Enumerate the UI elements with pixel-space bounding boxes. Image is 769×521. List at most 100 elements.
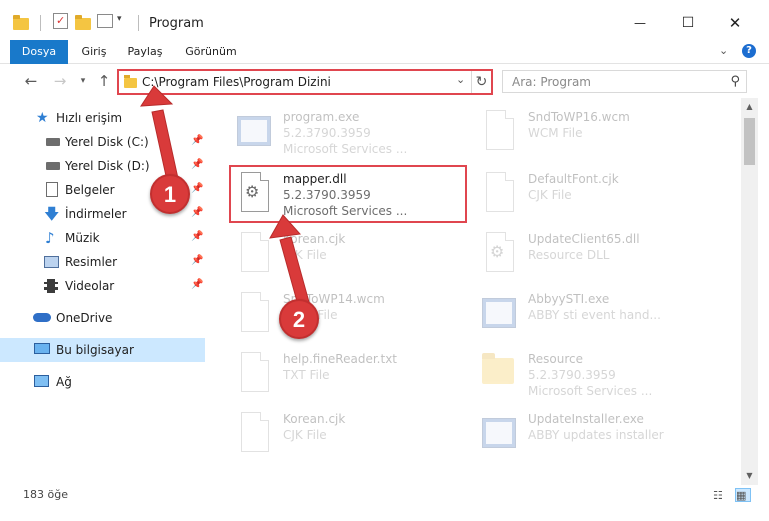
sidebar-item-this-pc[interactable]: Bu bilgisayar [0, 338, 205, 362]
pin-icon[interactable]: 📌 [191, 183, 203, 194]
sidebar-item-disk-c[interactable]: Yerel Disk (C:) 📌 [0, 130, 205, 154]
file-list: program.exe 5.2.3790.3959 Microsoft Serv… [205, 98, 741, 485]
sidebar-item-onedrive[interactable]: OneDrive [0, 306, 205, 330]
file-detail: ABBY updates installer [528, 428, 664, 442]
tab-file[interactable]: Dosya [10, 40, 68, 64]
file-name: Korean.cjk [283, 232, 346, 246]
navigation-bar: ← → ▾ ↑ C:\Program Files\Program Dizini … [0, 64, 769, 98]
vertical-scrollbar[interactable]: ▲ ▼ [741, 98, 758, 485]
chevron-down-icon[interactable]: ⌄ [456, 73, 465, 86]
sidebar-item-label: OneDrive [56, 311, 113, 325]
pin-icon[interactable]: 📌 [191, 231, 203, 242]
close-button[interactable]: ✕ [712, 8, 758, 38]
help-icon[interactable]: ? [742, 44, 756, 58]
pin-icon[interactable]: 📌 [191, 207, 203, 218]
tab-share[interactable]: Paylaş [120, 40, 170, 64]
sidebar-item-label: Ağ [56, 375, 72, 389]
file-detail: ABBY sti event hand... [528, 308, 661, 322]
details-view-icon[interactable]: ☷ [713, 489, 727, 502]
minimize-icon: — [634, 16, 646, 30]
search-icon[interactable]: ⚲ [730, 74, 740, 89]
drive-icon [46, 138, 60, 146]
ribbon: Dosya Giriş Paylaş Görünüm ⌄ ? [0, 40, 769, 64]
file-item[interactable]: Resource 5.2.3790.3959 Microsoft Service… [480, 348, 730, 404]
star-icon: ★ [36, 110, 49, 126]
file-item[interactable]: SndToWP16.wcm WCM File [480, 106, 730, 162]
forward-button[interactable]: → [50, 70, 70, 92]
scroll-up-icon[interactable]: ▲ [743, 102, 756, 111]
file-item[interactable]: DefaultFont.cjk CJK File [480, 168, 730, 224]
file-item[interactable]: Korean.cjk CJK File [235, 408, 485, 464]
sidebar-item-quick-access[interactable]: ★ Hızlı erişim [0, 106, 205, 130]
file-name: UpdateInstaller.exe [528, 412, 644, 426]
file-icon [480, 172, 520, 220]
sidebar-item-music[interactable]: ♪ Müzik 📌 [0, 226, 205, 250]
pictures-icon [44, 256, 59, 268]
window-title: Program [149, 16, 204, 31]
app-icon [480, 412, 520, 460]
recent-locations-chevron-icon[interactable]: ▾ [73, 70, 93, 92]
file-detail: 5.2.3790.3959 [528, 368, 616, 382]
sidebar-item-pictures[interactable]: Resimler 📌 [0, 250, 205, 274]
file-name: SndToWP16.wcm [528, 110, 630, 124]
file-name: program.exe [283, 110, 360, 124]
file-item[interactable]: help.fineReader.txt TXT File [235, 348, 485, 404]
file-detail: Resource DLL [528, 248, 610, 262]
title-bar: ✓ ▾ Program — ☐ ✕ [0, 0, 769, 40]
search-placeholder: Ara: Program [512, 75, 591, 89]
properties-icon[interactable]: ✓ [53, 13, 68, 29]
network-icon [34, 375, 49, 387]
sidebar-item-label: Belgeler [65, 183, 115, 197]
scroll-down-icon[interactable]: ▼ [743, 471, 756, 480]
close-icon: ✕ [728, 14, 742, 32]
new-folder-icon[interactable] [75, 15, 91, 30]
file-item[interactable]: UpdateInstaller.exe ABBY updates install… [480, 408, 730, 464]
step-marker-1: 1 [150, 174, 190, 214]
file-item[interactable]: Korean.cjk CJK File [235, 228, 485, 284]
file-icon [235, 352, 275, 400]
refresh-icon[interactable]: ↻ [471, 71, 491, 93]
sidebar-item-label: Bu bilgisayar [56, 343, 134, 357]
sidebar-item-network[interactable]: Ağ [0, 370, 205, 394]
scrollbar-thumb[interactable] [744, 118, 755, 165]
minimize-button[interactable]: — [617, 8, 663, 38]
expand-ribbon-icon[interactable]: ⌄ [719, 44, 728, 57]
folder-icon [480, 352, 520, 400]
app-icon [480, 292, 520, 340]
sidebar-item-videos[interactable]: Videolar 📌 [0, 274, 205, 298]
up-button[interactable]: ↑ [94, 70, 114, 92]
pin-icon[interactable]: 📌 [191, 159, 203, 170]
file-name: Resource [528, 352, 584, 366]
folder-icon[interactable] [13, 15, 29, 30]
exe-icon [235, 110, 275, 158]
file-name: DefaultFont.cjk [528, 172, 619, 186]
file-detail: CJK File [528, 188, 572, 202]
file-item[interactable]: AbbyySTI.exe ABBY sti event hand... [480, 288, 730, 344]
maximize-button[interactable]: ☐ [665, 8, 711, 38]
address-path[interactable]: C:\Program Files\Program Dizini [142, 75, 331, 89]
folder-icon [124, 75, 137, 88]
file-item[interactable]: SndToWP14.wcm WCM File [235, 288, 485, 344]
file-detail: WCM File [528, 126, 583, 140]
back-button[interactable]: ← [21, 70, 41, 92]
file-item[interactable]: program.exe 5.2.3790.3959 Microsoft Serv… [235, 106, 485, 162]
file-highlight-box [229, 165, 467, 223]
sidebar-item-label: Videolar [65, 279, 115, 293]
address-bar[interactable]: C:\Program Files\Program Dizini ⌄ ↻ [117, 69, 493, 95]
pin-icon[interactable]: 📌 [191, 255, 203, 266]
quick-access-toolbar-icon[interactable] [97, 14, 113, 28]
computer-icon [34, 343, 50, 354]
tiles-view-icon[interactable]: ▦ [735, 488, 751, 502]
search-input[interactable]: Ara: Program ⚲ [502, 70, 747, 93]
file-item[interactable]: ⚙ UpdateClient65.dll Resource DLL [480, 228, 730, 284]
pin-icon[interactable]: 📌 [191, 135, 203, 146]
tab-view[interactable]: Görünüm [176, 40, 246, 64]
sidebar-item-label: İndirmeler [65, 207, 127, 221]
chevron-down-icon[interactable]: ▾ [117, 14, 122, 38]
sidebar-item-label: Yerel Disk (C:) [65, 135, 149, 149]
file-detail: Microsoft Services ... [283, 142, 408, 156]
file-detail: CJK File [283, 248, 327, 262]
pin-icon[interactable]: 📌 [191, 279, 203, 290]
tab-home[interactable]: Giriş [74, 40, 114, 64]
videos-icon [44, 279, 58, 293]
